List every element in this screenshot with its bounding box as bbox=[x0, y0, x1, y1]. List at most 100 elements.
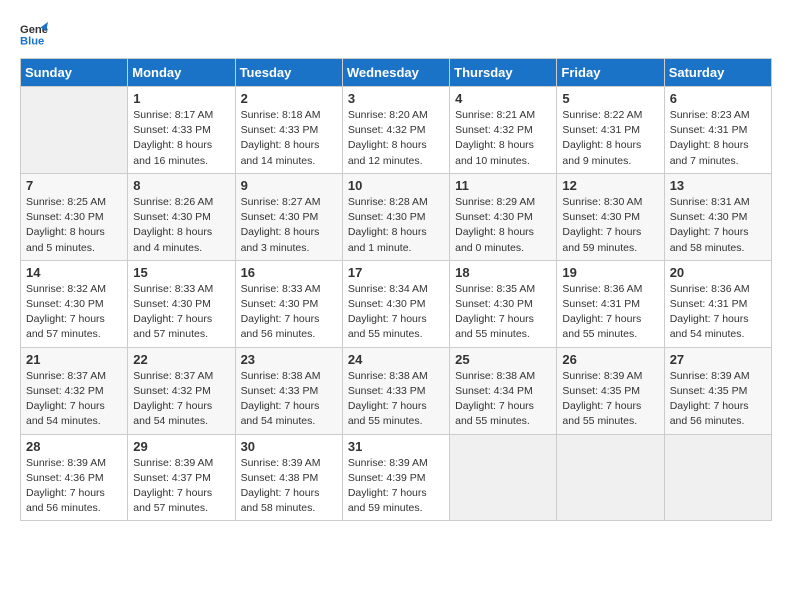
day-info: Sunrise: 8:30 AM Sunset: 4:30 PM Dayligh… bbox=[562, 195, 658, 256]
calendar-cell: 2Sunrise: 8:18 AM Sunset: 4:33 PM Daylig… bbox=[235, 87, 342, 174]
day-number: 20 bbox=[670, 265, 766, 280]
day-info: Sunrise: 8:36 AM Sunset: 4:31 PM Dayligh… bbox=[562, 282, 658, 343]
day-info: Sunrise: 8:38 AM Sunset: 4:34 PM Dayligh… bbox=[455, 369, 551, 430]
calendar-cell: 25Sunrise: 8:38 AM Sunset: 4:34 PM Dayli… bbox=[450, 347, 557, 434]
day-info: Sunrise: 8:33 AM Sunset: 4:30 PM Dayligh… bbox=[241, 282, 337, 343]
calendar-cell: 31 Sunrise: 8:39 AM Sunset: 4:39 PM Dayli… bbox=[342, 434, 449, 521]
calendar-cell: 26 Sunrise: 8:39 AM Sunset: 4:35 PM Dayli… bbox=[557, 347, 664, 434]
calendar-cell: 9Sunrise: 8:27 AM Sunset: 4:30 PM Daylig… bbox=[235, 173, 342, 260]
calendar-cell: 1 Sunrise: 8:17 AM Sunset: 4:33 PM Daylig… bbox=[128, 87, 235, 174]
day-number: 19 bbox=[562, 265, 658, 280]
day-number: 26 bbox=[562, 352, 658, 367]
calendar-cell: 28 Sunrise: 8:39 AM Sunset: 4:36 PM Dayli… bbox=[21, 434, 128, 521]
calendar-cell: 7 Sunrise: 8:25 AM Sunset: 4:30 PM Daylig… bbox=[21, 173, 128, 260]
calendar-body: 1 Sunrise: 8:17 AM Sunset: 4:33 PM Daylig… bbox=[21, 87, 772, 521]
calendar-cell: 8 Sunrise: 8:26 AM Sunset: 4:30 PM Daylig… bbox=[128, 173, 235, 260]
day-header-monday: Monday bbox=[128, 59, 235, 87]
calendar-header-row: SundayMondayTuesdayWednesdayThursdayFrid… bbox=[21, 59, 772, 87]
day-info: Sunrise: 8:37 AM Sunset: 4:32 PM Dayligh… bbox=[26, 369, 122, 430]
day-number: 1 bbox=[133, 91, 229, 106]
day-info: Sunrise: 8:27 AM Sunset: 4:30 PM Dayligh… bbox=[241, 195, 337, 256]
day-info: Sunrise: 8:35 AM Sunset: 4:30 PM Dayligh… bbox=[455, 282, 551, 343]
day-number: 7 bbox=[26, 178, 122, 193]
day-number: 24 bbox=[348, 352, 444, 367]
calendar-table: SundayMondayTuesdayWednesdayThursdayFrid… bbox=[20, 58, 772, 521]
calendar-cell: 29 Sunrise: 8:39 AM Sunset: 4:37 PM Dayli… bbox=[128, 434, 235, 521]
day-info: Sunrise: 8:22 AM Sunset: 4:31 PM Dayligh… bbox=[562, 108, 658, 169]
day-number: 13 bbox=[670, 178, 766, 193]
day-info: Sunrise: 8:38 AM Sunset: 4:33 PM Dayligh… bbox=[241, 369, 337, 430]
calendar-cell: 13 Sunrise: 8:31 AM Sunset: 4:30 PM Dayli… bbox=[664, 173, 771, 260]
day-header-tuesday: Tuesday bbox=[235, 59, 342, 87]
calendar-cell: 20 Sunrise: 8:36 AM Sunset: 4:31 PM Dayli… bbox=[664, 260, 771, 347]
logo: General Blue bbox=[20, 20, 52, 48]
calendar-cell: 22Sunrise: 8:37 AM Sunset: 4:32 PM Dayli… bbox=[128, 347, 235, 434]
day-number: 3 bbox=[348, 91, 444, 106]
day-header-saturday: Saturday bbox=[664, 59, 771, 87]
logo-icon: General Blue bbox=[20, 20, 48, 48]
calendar-cell: 3Sunrise: 8:20 AM Sunset: 4:32 PM Daylig… bbox=[342, 87, 449, 174]
svg-text:Blue: Blue bbox=[20, 35, 44, 47]
day-number: 17 bbox=[348, 265, 444, 280]
calendar-cell: 11 Sunrise: 8:29 AM Sunset: 4:30 PM Dayli… bbox=[450, 173, 557, 260]
day-info: Sunrise: 8:39 AM Sunset: 4:35 PM Dayligh… bbox=[562, 369, 658, 430]
day-info: Sunrise: 8:29 AM Sunset: 4:30 PM Dayligh… bbox=[455, 195, 551, 256]
day-info: Sunrise: 8:23 AM Sunset: 4:31 PM Dayligh… bbox=[670, 108, 766, 169]
day-info: Sunrise: 8:26 AM Sunset: 4:30 PM Dayligh… bbox=[133, 195, 229, 256]
day-number: 8 bbox=[133, 178, 229, 193]
day-info: Sunrise: 8:33 AM Sunset: 4:30 PM Dayligh… bbox=[133, 282, 229, 343]
day-number: 21 bbox=[26, 352, 122, 367]
calendar-cell: 27 Sunrise: 8:39 AM Sunset: 4:35 PM Dayli… bbox=[664, 347, 771, 434]
day-number: 6 bbox=[670, 91, 766, 106]
calendar-week-0: 1 Sunrise: 8:17 AM Sunset: 4:33 PM Daylig… bbox=[21, 87, 772, 174]
day-number: 23 bbox=[241, 352, 337, 367]
calendar-cell: 10Sunrise: 8:28 AM Sunset: 4:30 PM Dayli… bbox=[342, 173, 449, 260]
calendar-cell: 15 Sunrise: 8:33 AM Sunset: 4:30 PM Dayli… bbox=[128, 260, 235, 347]
calendar-cell: 6 Sunrise: 8:23 AM Sunset: 4:31 PM Daylig… bbox=[664, 87, 771, 174]
day-number: 12 bbox=[562, 178, 658, 193]
day-info: Sunrise: 8:39 AM Sunset: 4:39 PM Dayligh… bbox=[348, 456, 444, 517]
day-number: 16 bbox=[241, 265, 337, 280]
day-number: 15 bbox=[133, 265, 229, 280]
day-number: 18 bbox=[455, 265, 551, 280]
calendar-week-1: 7 Sunrise: 8:25 AM Sunset: 4:30 PM Daylig… bbox=[21, 173, 772, 260]
day-number: 14 bbox=[26, 265, 122, 280]
day-number: 29 bbox=[133, 439, 229, 454]
calendar-cell: 16 Sunrise: 8:33 AM Sunset: 4:30 PM Dayli… bbox=[235, 260, 342, 347]
day-info: Sunrise: 8:17 AM Sunset: 4:33 PM Dayligh… bbox=[133, 108, 229, 169]
day-info: Sunrise: 8:39 AM Sunset: 4:36 PM Dayligh… bbox=[26, 456, 122, 517]
day-number: 31 bbox=[348, 439, 444, 454]
day-number: 30 bbox=[241, 439, 337, 454]
day-header-sunday: Sunday bbox=[21, 59, 128, 87]
day-number: 5 bbox=[562, 91, 658, 106]
day-info: Sunrise: 8:34 AM Sunset: 4:30 PM Dayligh… bbox=[348, 282, 444, 343]
day-info: Sunrise: 8:37 AM Sunset: 4:32 PM Dayligh… bbox=[133, 369, 229, 430]
day-info: Sunrise: 8:36 AM Sunset: 4:31 PM Dayligh… bbox=[670, 282, 766, 343]
day-number: 27 bbox=[670, 352, 766, 367]
calendar-cell: 21 Sunrise: 8:37 AM Sunset: 4:32 PM Dayli… bbox=[21, 347, 128, 434]
calendar-cell: 5 Sunrise: 8:22 AM Sunset: 4:31 PM Daylig… bbox=[557, 87, 664, 174]
day-number: 4 bbox=[455, 91, 551, 106]
day-info: Sunrise: 8:28 AM Sunset: 4:30 PM Dayligh… bbox=[348, 195, 444, 256]
calendar-cell: 23 Sunrise: 8:38 AM Sunset: 4:33 PM Dayli… bbox=[235, 347, 342, 434]
day-number: 28 bbox=[26, 439, 122, 454]
day-info: Sunrise: 8:25 AM Sunset: 4:30 PM Dayligh… bbox=[26, 195, 122, 256]
calendar-cell: 4Sunrise: 8:21 AM Sunset: 4:32 PM Daylig… bbox=[450, 87, 557, 174]
day-info: Sunrise: 8:39 AM Sunset: 4:35 PM Dayligh… bbox=[670, 369, 766, 430]
calendar-cell: 30Sunrise: 8:39 AM Sunset: 4:38 PM Dayli… bbox=[235, 434, 342, 521]
calendar-cell: 14 Sunrise: 8:32 AM Sunset: 4:30 PM Dayli… bbox=[21, 260, 128, 347]
day-info: Sunrise: 8:18 AM Sunset: 4:33 PM Dayligh… bbox=[241, 108, 337, 169]
day-info: Sunrise: 8:32 AM Sunset: 4:30 PM Dayligh… bbox=[26, 282, 122, 343]
day-number: 11 bbox=[455, 178, 551, 193]
calendar-week-3: 21 Sunrise: 8:37 AM Sunset: 4:32 PM Dayli… bbox=[21, 347, 772, 434]
calendar-cell: 17 Sunrise: 8:34 AM Sunset: 4:30 PM Dayli… bbox=[342, 260, 449, 347]
calendar-cell bbox=[450, 434, 557, 521]
calendar-cell: 18 Sunrise: 8:35 AM Sunset: 4:30 PM Dayli… bbox=[450, 260, 557, 347]
day-info: Sunrise: 8:31 AM Sunset: 4:30 PM Dayligh… bbox=[670, 195, 766, 256]
day-info: Sunrise: 8:38 AM Sunset: 4:33 PM Dayligh… bbox=[348, 369, 444, 430]
day-info: Sunrise: 8:39 AM Sunset: 4:37 PM Dayligh… bbox=[133, 456, 229, 517]
calendar-week-2: 14 Sunrise: 8:32 AM Sunset: 4:30 PM Dayli… bbox=[21, 260, 772, 347]
calendar-cell: 12 Sunrise: 8:30 AM Sunset: 4:30 PM Dayli… bbox=[557, 173, 664, 260]
calendar-cell bbox=[21, 87, 128, 174]
calendar-week-4: 28 Sunrise: 8:39 AM Sunset: 4:36 PM Dayli… bbox=[21, 434, 772, 521]
